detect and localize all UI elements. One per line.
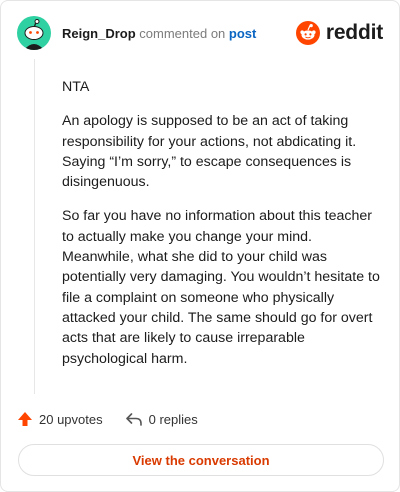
comment-paragraph: So far you have no information about thi… (62, 208, 380, 367)
view-conversation-button[interactable]: View the conversation (18, 444, 384, 476)
reply-arrow-icon (125, 413, 142, 426)
reddit-logo-icon (295, 21, 320, 45)
post-link[interactable]: post (229, 26, 256, 41)
thread-line (34, 59, 35, 394)
embedded-comment-card: Reign_Drop commented on post reddit NTA … (0, 0, 400, 492)
upvote-count: 20 upvotes (39, 411, 103, 427)
comment-paragraph: NTA (62, 79, 90, 95)
comment-body: NTA An apology is supposed to be an act … (62, 77, 380, 383)
comment-actions: 20 upvotes 0 replies (17, 411, 198, 427)
upvote-action[interactable]: 20 upvotes (17, 411, 103, 427)
user-avatar-icon[interactable] (17, 16, 51, 50)
author-username[interactable]: Reign_Drop (62, 26, 136, 41)
upvote-arrow-icon (18, 412, 32, 426)
reddit-wordmark: reddit (325, 21, 383, 44)
comment-header: Reign_Drop commented on post (62, 26, 256, 41)
commented-on-text: commented on (139, 26, 226, 41)
comment-paragraph: An apology is supposed to be an act of t… (62, 113, 357, 191)
reply-count: 0 replies (148, 411, 198, 427)
reddit-brand[interactable]: reddit (295, 21, 383, 45)
reply-action[interactable]: 0 replies (125, 411, 198, 427)
